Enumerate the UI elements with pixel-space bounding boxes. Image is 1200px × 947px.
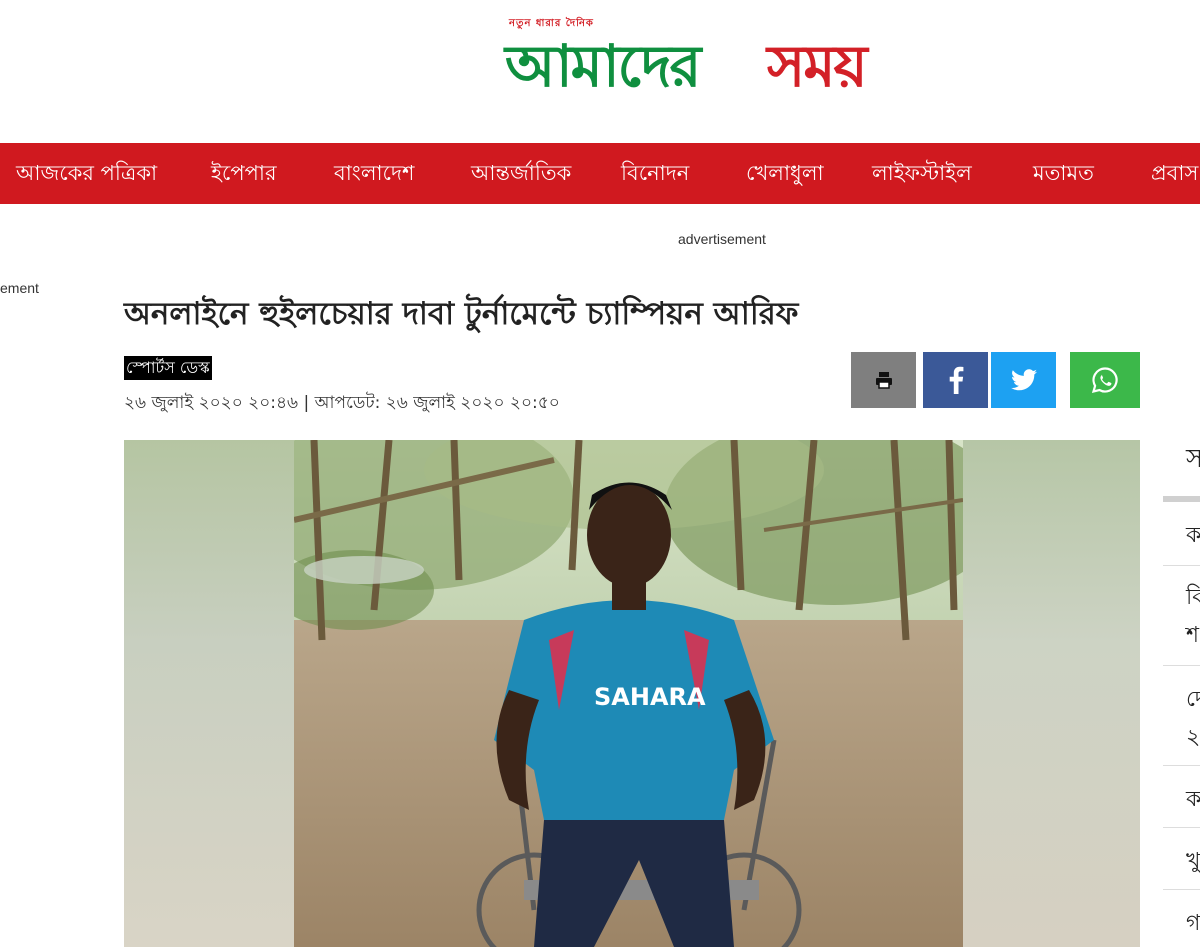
whatsapp-icon: [1091, 367, 1118, 394]
sidebar-title: স: [1186, 444, 1200, 474]
print-button[interactable]: [851, 352, 916, 408]
wheelchair-player-photo: SAHARA: [294, 440, 963, 947]
sidebar-list-item[interactable]: গ: [1163, 890, 1200, 947]
logo-word-green: আমাদের: [505, 32, 701, 100]
sidebar-item-text: ক: [1186, 787, 1200, 812]
sidebar-item-text: ক: [1186, 523, 1200, 548]
nav-item-entertainment[interactable]: বিনোদন: [621, 143, 689, 204]
nav-item-opinion[interactable]: মতামত: [1033, 143, 1094, 204]
twitter-icon: [1010, 369, 1037, 391]
nav-item-lifestyle[interactable]: লাইফস্টাইল: [872, 143, 972, 204]
facebook-icon: [949, 366, 963, 394]
sidebar-list-item[interactable]: ক: [1163, 766, 1200, 828]
sidebar-list-item[interactable]: খু: [1163, 828, 1200, 890]
nav-item-epaper[interactable]: ইপেপার: [211, 143, 277, 204]
jersey-text: SAHARA: [594, 683, 706, 711]
masthead: নতুন ধারার দৈনিক আমাদের সময়: [0, 0, 1200, 143]
article-dateline: ২৬ জুলাই ২০২০ ২০:৪৬ | আপডেট: ২৬ জুলাই ২০…: [124, 393, 560, 413]
nav-item-probash[interactable]: প্রবাস: [1151, 143, 1198, 204]
sidebar-item-text: গ: [1186, 911, 1200, 936]
nav-item-sports[interactable]: খেলাধুলা: [746, 143, 824, 204]
whatsapp-share-button[interactable]: [1070, 352, 1140, 408]
sidebar-item-text: দে: [1186, 682, 1200, 719]
advertisement-label: advertisement: [678, 231, 766, 247]
sidebar-item-text: শ: [1186, 623, 1200, 648]
article-featured-image[interactable]: SAHARA: [124, 440, 1140, 947]
article-headline: অনলাইনে হুইলচেয়ার দাবা টুর্নামেন্টে চ্য…: [124, 296, 799, 332]
site-logo[interactable]: নতুন ধারার দৈনিক আমাদের সময়: [505, 14, 960, 114]
advertisement-label-left: ement: [0, 280, 39, 296]
nav-item-bangladesh[interactable]: বাংলাদেশ: [334, 143, 414, 204]
sidebar-item-text: বি: [1186, 580, 1200, 617]
sidebar-item-text: ২: [1186, 725, 1200, 750]
photo-blur-right: [963, 440, 1140, 947]
sidebar-list-item[interactable]: ক: [1163, 502, 1200, 566]
facebook-share-button[interactable]: [923, 352, 988, 408]
sidebar-item-text: খু: [1186, 849, 1200, 874]
main-nav: আজকের পত্রিকা ইপেপার বাংলাদেশ আন্তর্জাতি…: [0, 143, 1200, 204]
article-author[interactable]: স্পোর্টস ডেস্ক: [124, 356, 212, 380]
logo-word-red: সময়: [767, 32, 868, 100]
nav-item-todays-paper[interactable]: আজকের পত্রিকা: [16, 143, 157, 204]
sidebar-list-item[interactable]: বি শ: [1163, 566, 1200, 666]
twitter-share-button[interactable]: [991, 352, 1056, 408]
photo-blur-left: [124, 440, 294, 947]
sidebar-list-item[interactable]: দে ২: [1163, 666, 1200, 766]
print-icon: [875, 372, 892, 389]
nav-item-international[interactable]: আন্তর্জাতিক: [471, 143, 571, 204]
